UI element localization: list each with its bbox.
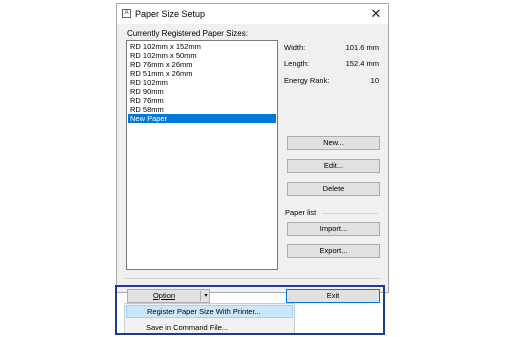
list-item[interactable]: RD 51mm x 26mm xyxy=(128,69,276,78)
paper-size-setup-dialog: A Paper Size Setup ✕ Currently Registere… xyxy=(116,3,389,303)
length-value: 152.4 mm xyxy=(345,59,379,68)
list-item-selected[interactable]: New Paper xyxy=(128,114,276,123)
menu-item-register-paper-size[interactable]: Register Paper Size With Printer... xyxy=(126,305,293,318)
list-label: Currently Registered Paper Sizes: xyxy=(127,29,248,38)
option-button-label[interactable]: Option xyxy=(128,290,200,302)
chevron-down-icon[interactable]: ▾ xyxy=(202,290,210,302)
list-item[interactable]: RD 90mm xyxy=(128,87,276,96)
title-bar[interactable]: A Paper Size Setup ✕ xyxy=(117,4,388,24)
paper-list-divider xyxy=(322,213,378,214)
length-label: Length: xyxy=(284,59,310,68)
close-icon[interactable]: ✕ xyxy=(367,5,385,22)
list-item[interactable]: RD 76mm xyxy=(128,96,276,105)
energy-rank-value: 10 xyxy=(370,76,379,85)
list-item[interactable]: RD 76mm x 26mm xyxy=(128,60,276,69)
list-item[interactable]: RD 102mm x 152mm xyxy=(128,42,276,51)
width-value: 101.6 mm xyxy=(345,43,379,52)
option-dropdown-menu: Register Paper Size With Printer... Save… xyxy=(124,303,295,335)
export-button[interactable]: Export... xyxy=(287,244,380,258)
list-item[interactable]: RD 102mm xyxy=(128,78,276,87)
bottom-separator xyxy=(125,278,381,279)
list-item[interactable]: RD 58mm xyxy=(128,105,276,114)
list-item[interactable]: RD 102mm x 50mm xyxy=(128,51,276,60)
import-button[interactable]: Import... xyxy=(287,222,380,236)
menu-item-save-command-file[interactable]: Save in Command File... xyxy=(126,321,293,334)
paper-list-label: Paper list xyxy=(285,208,317,217)
split-divider xyxy=(200,291,201,301)
window-title: Paper Size Setup xyxy=(135,9,206,19)
new-button[interactable]: New... xyxy=(287,136,380,150)
paper-size-listbox[interactable]: RD 102mm x 152mm RD 102mm x 50mm RD 76mm… xyxy=(126,40,278,270)
delete-button[interactable]: Delete xyxy=(287,182,380,196)
option-split-button[interactable]: Option ▾ xyxy=(127,289,210,303)
exit-button[interactable]: Exit xyxy=(286,289,380,303)
width-label: Width: xyxy=(284,43,306,52)
app-icon: A xyxy=(122,9,131,18)
edit-button[interactable]: Edit... xyxy=(287,159,380,173)
